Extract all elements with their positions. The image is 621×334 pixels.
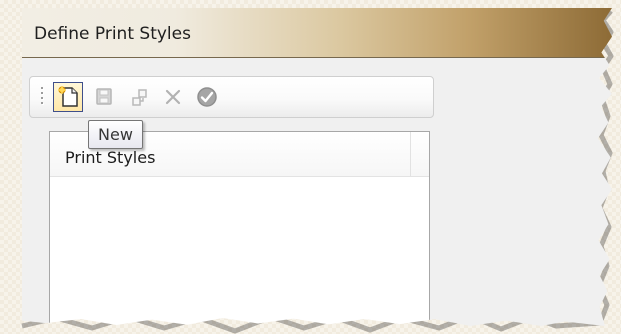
screenshot-background: Define Print Styles Print Styles New	[0, 0, 621, 334]
window-title: Define Print Styles	[34, 24, 191, 44]
delete-button[interactable]	[158, 82, 188, 112]
save-button[interactable]	[89, 82, 119, 112]
save-icon	[96, 88, 112, 105]
new-button[interactable]	[53, 82, 83, 112]
copy-icon	[132, 89, 147, 106]
new-button-tooltip: New	[88, 120, 143, 149]
dialog-content: Print Styles	[22, 58, 612, 326]
title-bar: Define Print Styles	[22, 8, 612, 58]
new-document-icon	[58, 86, 78, 107]
column-divider	[410, 132, 411, 177]
print-styles-toolbar	[29, 76, 434, 118]
print-styles-list[interactable]: Print Styles	[49, 131, 430, 326]
apply-button[interactable]	[192, 82, 222, 112]
define-print-styles-window: Define Print Styles Print Styles New	[22, 8, 612, 326]
copy-button[interactable]	[125, 82, 155, 112]
checkmark-icon	[197, 87, 217, 107]
delete-icon	[165, 89, 181, 105]
print-styles-column-label: Print Styles	[65, 148, 156, 167]
toolbar-grip[interactable]	[41, 87, 44, 107]
